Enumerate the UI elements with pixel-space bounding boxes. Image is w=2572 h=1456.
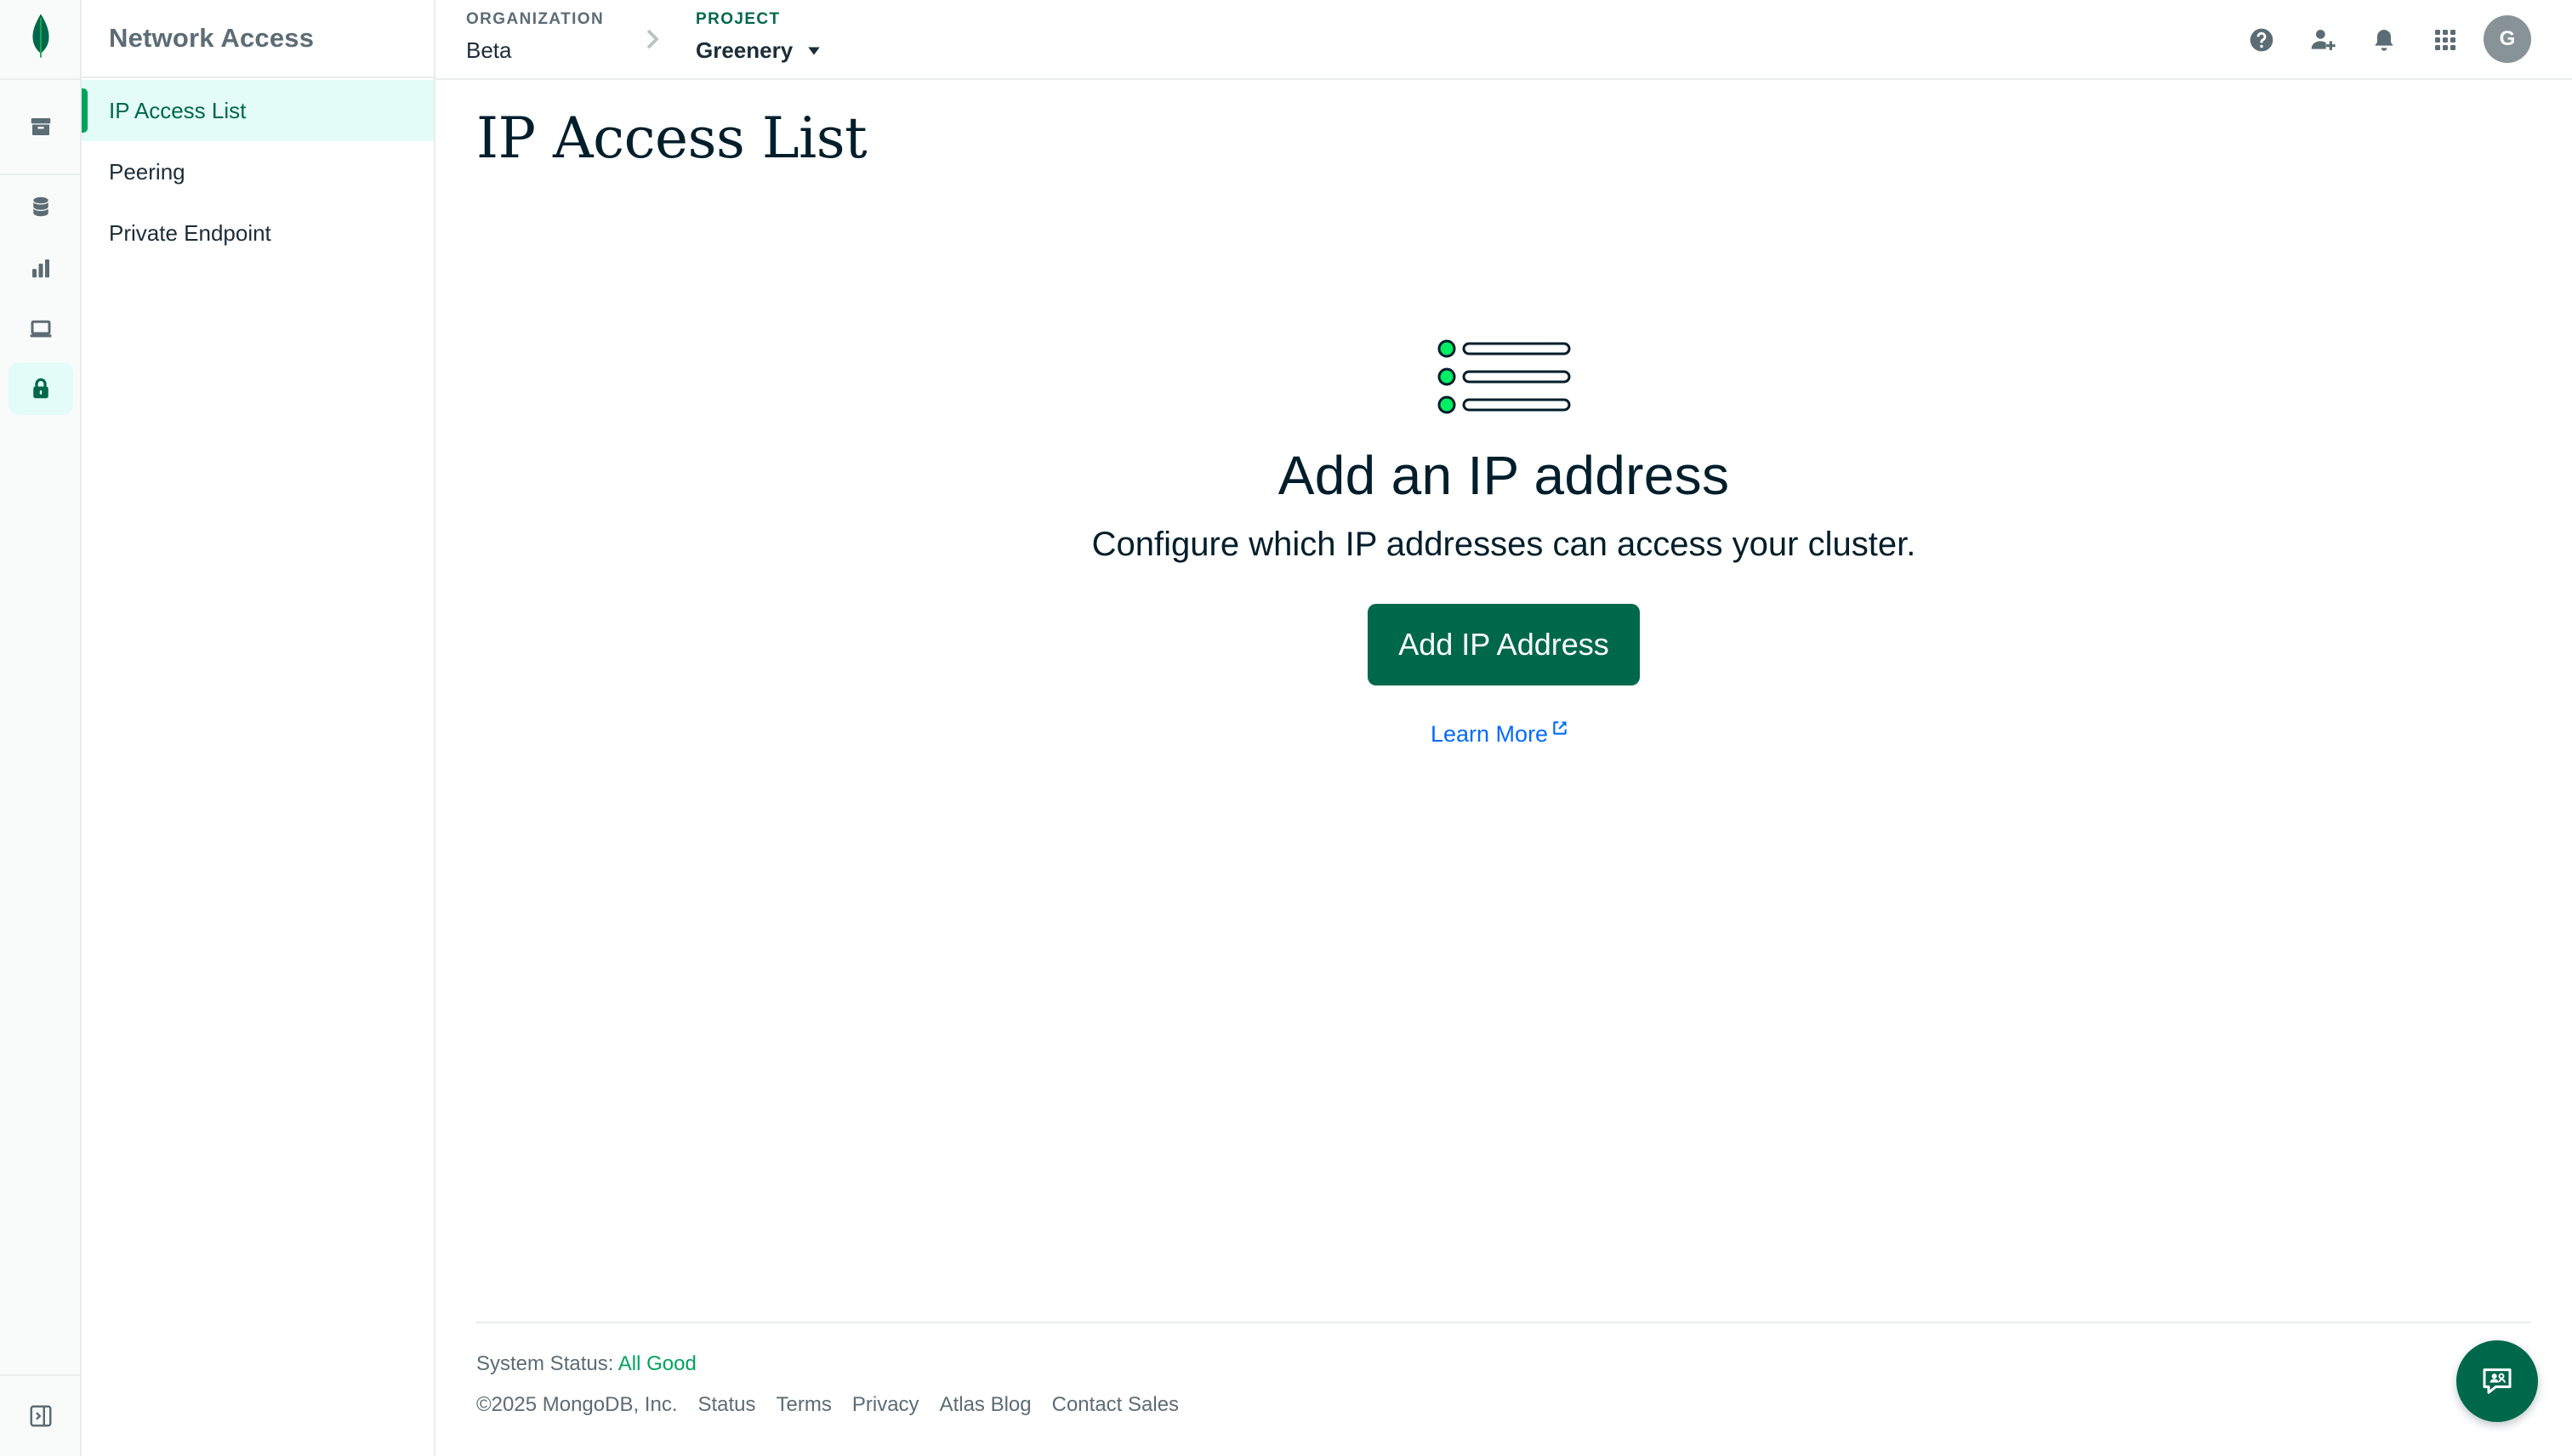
sidebar-item-label: Peering [109, 158, 185, 185]
apps-menu-button[interactable] [2426, 20, 2465, 60]
section-sidebar: Network Access IP Access List Peering Pr… [82, 0, 435, 1456]
project-label: PROJECT [696, 10, 781, 28]
collapse-sidebar-icon [30, 1405, 52, 1427]
help-icon [2250, 28, 2273, 52]
sidebar-item-label: Private Endpoint [109, 219, 271, 246]
learn-more-label: Learn More [1431, 721, 1549, 747]
database-icon [33, 196, 48, 217]
footer-divider [476, 1322, 2531, 1323]
sidebar-item-ip-access-list[interactable]: IP Access List [82, 80, 434, 141]
organization-name: Beta [466, 37, 512, 63]
rail-divider [0, 78, 82, 80]
laptop-icon [30, 320, 52, 338]
add-ip-address-button[interactable]: Add IP Address [1368, 604, 1640, 685]
rail-divider [0, 173, 82, 175]
breadcrumb-organization[interactable]: ORGANIZATION Beta [466, 10, 604, 64]
sidebar-item-peering[interactable]: Peering [82, 141, 434, 202]
empty-state-heading: Add an IP address [1277, 445, 1730, 506]
organization-label: ORGANIZATION [466, 10, 605, 28]
invite-user-button[interactable] [2303, 20, 2342, 60]
footer-link-atlas-blog[interactable]: Atlas Blog [940, 1393, 1032, 1417]
system-status-label: System Status: [476, 1352, 614, 1375]
sidebar-item-label: IP Access List [109, 97, 247, 123]
footer-link-contact-sales[interactable]: Contact Sales [1052, 1393, 1179, 1417]
icon-rail [0, 0, 82, 1456]
avatar[interactable]: G [2484, 15, 2531, 63]
chat-support-icon [2483, 1368, 2512, 1394]
chart-icon [32, 259, 49, 278]
bell-icon [2375, 30, 2393, 51]
project-selector[interactable]: Greenery [696, 37, 822, 64]
rail-network-access-button[interactable] [9, 362, 73, 415]
chat-support-button[interactable] [2456, 1340, 2538, 1422]
sidebar-header: Network Access [82, 0, 434, 78]
rail-laptop-button[interactable] [9, 303, 73, 355]
sidebar-title: Network Access [109, 23, 315, 53]
footer-links: ©2025 MongoDB, Inc. Status Terms Privacy… [476, 1393, 1179, 1417]
collapse-sidebar-button[interactable] [0, 1374, 82, 1456]
empty-state-description: Configure which IP addresses can access … [1091, 526, 1916, 563]
lock-icon [33, 378, 48, 399]
chevron-right-icon [646, 29, 659, 49]
sidebar-item-private-endpoint[interactable]: Private Endpoint [82, 202, 434, 264]
rail-archive-button[interactable] [9, 100, 73, 153]
project-name: Greenery [696, 37, 794, 63]
system-status: System Status: All Good [476, 1352, 697, 1376]
learn-more-link[interactable]: Learn More [1431, 721, 1568, 748]
footer-link-privacy[interactable]: Privacy [852, 1393, 919, 1417]
system-status-value[interactable]: All Good [618, 1352, 697, 1375]
help-button[interactable] [2242, 20, 2281, 60]
page-title: IP Access List [476, 105, 868, 171]
archive-icon [31, 118, 51, 135]
breadcrumb-project[interactable]: PROJECT Greenery [696, 10, 822, 64]
caret-down-icon [808, 47, 820, 54]
notifications-button[interactable] [2364, 20, 2404, 60]
footer-link-status[interactable]: Status [697, 1393, 755, 1417]
rail-database-button[interactable] [9, 180, 73, 233]
list-illustration-icon [1437, 339, 1571, 414]
copyright: ©2025 MongoDB, Inc. [476, 1393, 678, 1416]
invite-user-icon [2311, 30, 2336, 50]
apps-grid-icon [2435, 30, 2455, 50]
top-bar: ORGANIZATION Beta PROJECT Greenery [435, 0, 2572, 80]
mongodb-leaf-icon[interactable] [22, 9, 60, 63]
rail-charts-button[interactable] [9, 242, 73, 294]
footer-link-terms[interactable]: Terms [777, 1393, 832, 1417]
external-link-icon [1553, 721, 1567, 735]
